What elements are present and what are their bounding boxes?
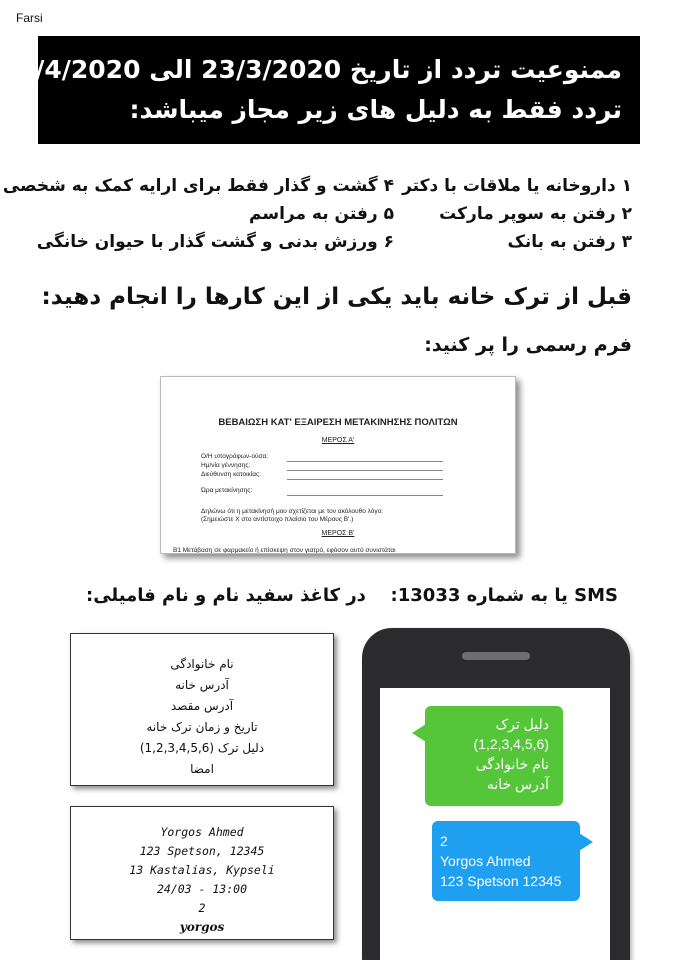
before-leaving-heading: قبل از ترک خانه باید یکی از این کارها را… (41, 284, 632, 310)
paper-template-line: آدرس خانه (175, 678, 229, 692)
reason-item: ۶ ورزش بدنی و گشت گذار با حیوان خانگی (36, 232, 394, 252)
paper-label: در کاغذ سفید نام و نام فامیلی: (86, 585, 366, 606)
form-field-label: Ημ/νία γέννησης: (201, 462, 251, 469)
phone-screen: دلیل ترک (1,2,3,4,5,6) نام خانوادگی آدرس… (380, 688, 610, 960)
sms-example-bubble: 2 Yorgos Ahmed 123 Spetson 12345 (432, 821, 593, 901)
form-field-line (287, 470, 443, 471)
form-declaration-line: Δηλώνω ότι η μετακίνησή μου σχετίζεται μ… (201, 508, 384, 515)
paper-example-line: 123 Spetson, 12345 (139, 844, 265, 858)
sms-label: SMS یا به شماره 13033: (390, 585, 618, 606)
form-declaration-line: (Σημειώστε Χ στο αντίστοιχο πλαίσιο του … (201, 516, 354, 523)
sms-template-line: نام خانوادگی (475, 756, 549, 772)
official-form-image: ΒΕΒΑΙΩΣΗ ΚΑΤ' ΕΞΑΙΡΕΣΗ ΜΕΤΑΚΙΝΗΣΗΣ ΠΟΛΙΤ… (160, 376, 516, 554)
paper-template-line: تاریخ و زمان ترک خانه (146, 720, 258, 734)
form-field-line (287, 461, 443, 462)
form-section-a: ΜΕΡΟΣ Α' (321, 437, 355, 444)
form-section-b: ΜΕΡΟΣ Β' (321, 530, 355, 537)
paper-example-line: 24/03 - 13:00 (156, 882, 247, 896)
sms-example-line: 123 Spetson 12345 (440, 873, 562, 889)
banner-dates-line: ممنوعیت تردد از تاریخ 23/3/2020 الی 6/4/… (17, 55, 622, 84)
paper-template-card: نام خانوادگی آدرس خانه آدرس مقصد تاریخ و… (70, 633, 334, 786)
fill-form-heading: فرم رسمی را پر کنید: (424, 334, 632, 356)
sms-example-line: 2 (440, 833, 448, 849)
sms-template-bubble: دلیل ترک (1,2,3,4,5,6) نام خانوادگی آدرس… (412, 706, 563, 806)
reason-item: ۲ رفتن به سوپر مارکت (439, 204, 632, 224)
paper-template-line: امضا (190, 762, 214, 776)
signature: yorgos (179, 920, 225, 934)
form-field-label: Διεύθυνση κατοικίας: (201, 471, 261, 478)
sms-template-line: (1,2,3,4,5,6) (473, 736, 549, 752)
sms-template-line: دلیل ترک (495, 716, 549, 732)
sms-template-line: آدرس خانه (486, 776, 549, 792)
form-field-label: Ο/Η υπογράφων-ούσα: (201, 453, 269, 460)
paper-example-line: 2 (198, 901, 206, 915)
restriction-banner: ممنوعیت تردد از تاریخ 23/3/2020 الی 6/4/… (17, 36, 640, 144)
phone-speaker (462, 652, 530, 660)
reason-item: ۱ داروخانه یا ملاقات با دکتر (402, 176, 632, 196)
form-field-label: Ώρα μετακίνησης: (201, 487, 253, 494)
sms-example-line: Yorgos Ahmed (440, 853, 531, 869)
reasons-list-right: ۱ داروخانه یا ملاقات با دکتر ۲ رفتن به س… (402, 172, 632, 256)
phone-illustration: دلیل ترک (1,2,3,4,5,6) نام خانوادگی آدرس… (362, 628, 630, 960)
form-field-line (287, 479, 443, 480)
form-declaration: Δηλώνω ότι η μετακίνησή μου σχετίζεται μ… (201, 508, 383, 524)
paper-example-line: Yorgos Ahmed (160, 825, 244, 839)
paper-template-line: دلیل ترک (1,2,3,4,5,6) (139, 741, 265, 755)
reason-item: ۵ رفتن به مراسم (249, 204, 394, 224)
language-label: Farsi (16, 11, 43, 25)
paper-template-line: نام خانوادگی (170, 657, 234, 671)
banner-reasons-intro: تردد فقط به دلیل های زیر مجاز میباشد: (129, 95, 622, 124)
paper-example-line: 13 Kastalias, Kypseli (129, 863, 275, 877)
form-field-line (287, 495, 443, 496)
form-title: ΒΕΒΑΙΩΣΗ ΚΑΤ' ΕΞΑΙΡΕΣΗ ΜΕΤΑΚΙΝΗΣΗΣ ΠΟΛΙΤ… (218, 417, 458, 428)
reasons-list-left: ۴ گشت و گذار فقط برای ارایه کمک به شخصی … (2, 172, 394, 256)
form-b1-line: Β1 Μετάβαση σε φαρμακείο ή επίσκεψη στον… (173, 547, 396, 554)
paper-template-line: آدرس مقصد (170, 699, 234, 713)
reason-item: ۴ گشت و گذار فقط برای ارایه کمک به شخصی (2, 176, 394, 196)
reason-item: ۳ رفتن به بانک (507, 232, 632, 252)
paper-example-card: Yorgos Ahmed 123 Spetson, 12345 13 Kasta… (70, 806, 334, 940)
